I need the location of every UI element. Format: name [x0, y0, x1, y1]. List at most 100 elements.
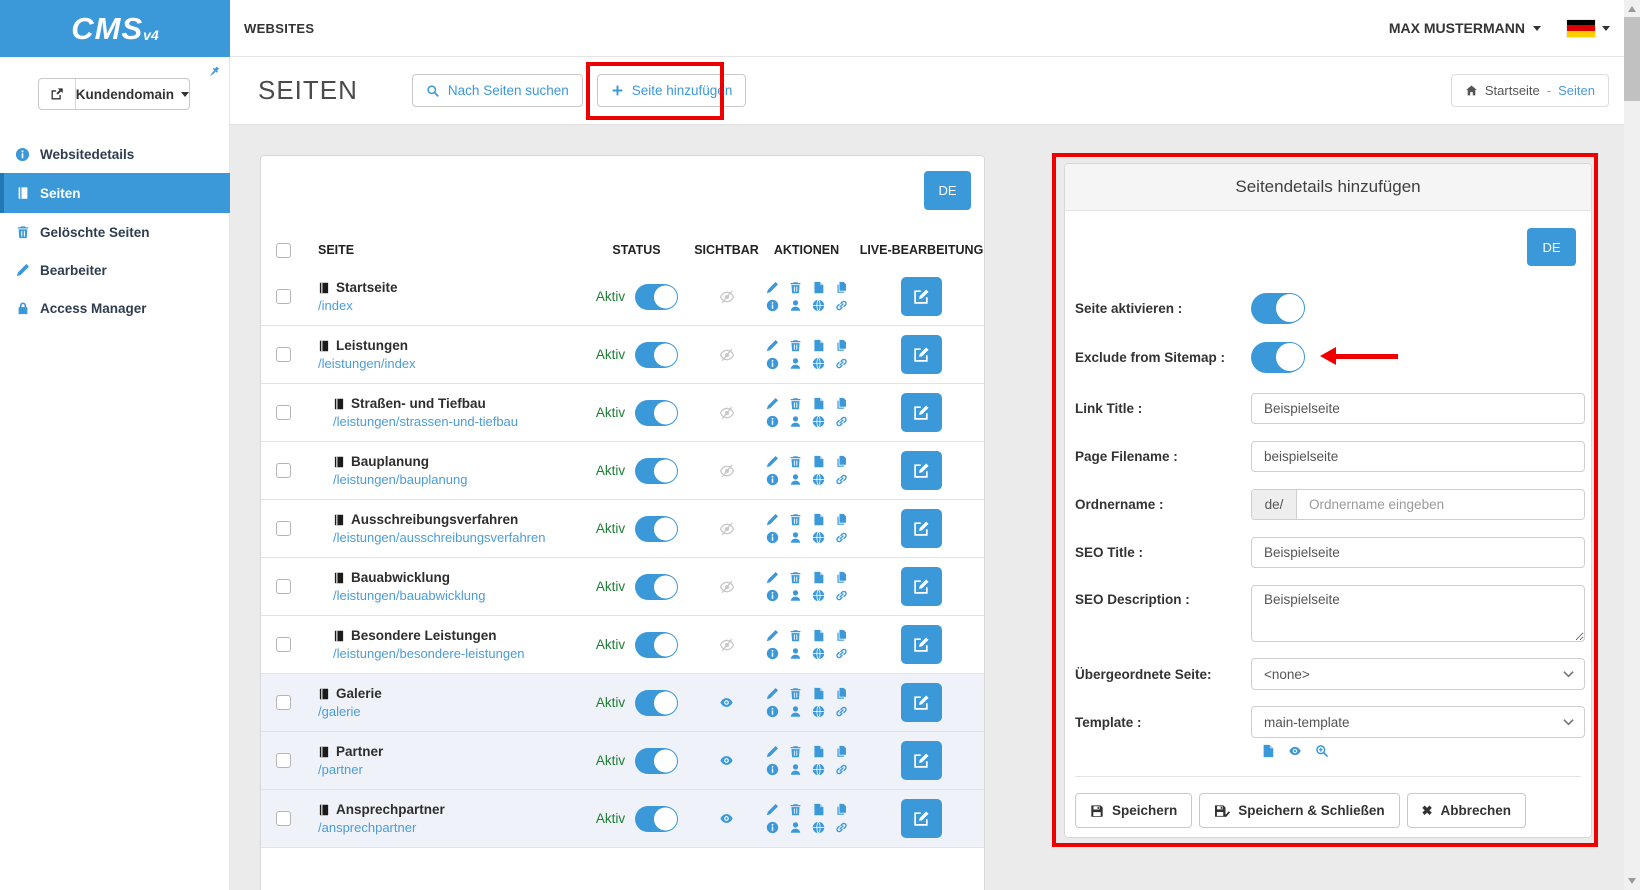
status-toggle[interactable]: [635, 806, 677, 832]
edit-icon[interactable]: [764, 455, 780, 468]
parent-page-select[interactable]: <none>: [1251, 658, 1585, 690]
user-menu[interactable]: MAX MUSTERMANN: [1389, 20, 1541, 36]
page-url-link[interactable]: /partner: [318, 761, 363, 779]
page-url-link[interactable]: /leistungen/besondere-leistungen: [333, 645, 525, 663]
live-edit-button[interactable]: [901, 567, 942, 606]
language-menu[interactable]: [1567, 20, 1610, 37]
cancel-button[interactable]: ✖ Abbrechen: [1407, 793, 1526, 828]
info-icon[interactable]: [764, 705, 780, 718]
live-edit-button[interactable]: [901, 799, 942, 838]
info-icon[interactable]: [764, 647, 780, 660]
edit-icon[interactable]: [764, 745, 780, 758]
info-icon[interactable]: [764, 763, 780, 776]
user-icon[interactable]: [787, 647, 803, 660]
live-edit-button[interactable]: [901, 393, 942, 432]
link-icon[interactable]: [833, 589, 849, 602]
status-toggle[interactable]: [635, 400, 677, 426]
edit-icon[interactable]: [764, 339, 780, 352]
info-icon[interactable]: [764, 473, 780, 486]
page-url-link[interactable]: /galerie: [318, 703, 361, 721]
table-language-badge[interactable]: DE: [924, 171, 971, 210]
row-checkbox[interactable]: [276, 637, 291, 652]
status-toggle[interactable]: [635, 632, 677, 658]
link-icon[interactable]: [833, 705, 849, 718]
status-toggle[interactable]: [635, 284, 677, 310]
trash-icon[interactable]: [787, 513, 803, 526]
copy-icon[interactable]: [833, 339, 849, 352]
domain-selector-button[interactable]: Kundendomain: [38, 78, 190, 110]
link-title-input[interactable]: [1251, 393, 1585, 424]
seo-title-input[interactable]: [1251, 537, 1585, 568]
select-all-checkbox[interactable]: [276, 243, 291, 258]
copy-icon[interactable]: [833, 745, 849, 758]
globe-icon[interactable]: [810, 531, 826, 544]
page-url-link[interactable]: /index: [318, 297, 353, 315]
trash-icon[interactable]: [787, 281, 803, 294]
exclude-sitemap-toggle[interactable]: [1251, 342, 1303, 373]
edit-icon[interactable]: [764, 513, 780, 526]
copy-icon[interactable]: [833, 397, 849, 410]
row-checkbox[interactable]: [276, 811, 291, 826]
save-and-close-button[interactable]: Speichern & Schließen: [1199, 793, 1399, 828]
eye-icon[interactable]: [1287, 744, 1303, 758]
trash-icon[interactable]: [787, 803, 803, 816]
panel-language-badge[interactable]: DE: [1527, 228, 1576, 266]
page-file-icon[interactable]: [810, 571, 826, 584]
globe-icon[interactable]: [810, 473, 826, 486]
row-checkbox[interactable]: [276, 521, 291, 536]
edit-icon[interactable]: [764, 687, 780, 700]
trash-icon[interactable]: [787, 629, 803, 642]
page-url-link[interactable]: /leistungen/strassen-und-tiefbau: [333, 413, 518, 431]
row-checkbox[interactable]: [276, 347, 291, 362]
link-icon[interactable]: [833, 415, 849, 428]
link-icon[interactable]: [833, 357, 849, 370]
trash-icon[interactable]: [787, 397, 803, 410]
page-filename-input[interactable]: [1251, 441, 1585, 472]
user-icon[interactable]: [787, 705, 803, 718]
row-checkbox[interactable]: [276, 463, 291, 478]
trash-icon[interactable]: [787, 745, 803, 758]
user-icon[interactable]: [787, 763, 803, 776]
live-edit-button[interactable]: [901, 741, 942, 780]
page-url-link[interactable]: /leistungen/bauabwicklung: [333, 587, 486, 605]
trash-icon[interactable]: [787, 339, 803, 352]
info-icon[interactable]: [764, 589, 780, 602]
live-edit-button[interactable]: [901, 509, 942, 548]
page-file-icon[interactable]: [810, 745, 826, 758]
live-edit-button[interactable]: [901, 451, 942, 490]
copy-icon[interactable]: [833, 571, 849, 584]
sidebar-item-bearbeiter[interactable]: Bearbeiter: [0, 251, 230, 289]
copy-icon[interactable]: [833, 629, 849, 642]
edit-icon[interactable]: [764, 803, 780, 816]
user-icon[interactable]: [787, 821, 803, 834]
breadcrumb[interactable]: Startseite - Seiten: [1451, 74, 1609, 107]
row-checkbox[interactable]: [276, 753, 291, 768]
template-select[interactable]: main-template: [1251, 706, 1585, 738]
page-file-icon[interactable]: [810, 281, 826, 294]
user-icon[interactable]: [787, 415, 803, 428]
row-checkbox[interactable]: [276, 695, 291, 710]
user-icon[interactable]: [787, 589, 803, 602]
link-icon[interactable]: [833, 821, 849, 834]
file-icon[interactable]: [1261, 744, 1275, 758]
info-icon[interactable]: [764, 299, 780, 312]
save-button[interactable]: Speichern: [1075, 793, 1192, 828]
page-file-icon[interactable]: [810, 513, 826, 526]
copy-icon[interactable]: [833, 455, 849, 468]
scrollbar-thumb[interactable]: [1624, 17, 1640, 101]
sidebar-item-geloeschte-seiten[interactable]: Gelöschte Seiten: [0, 213, 230, 251]
live-edit-button[interactable]: [901, 625, 942, 664]
seite-aktivieren-toggle[interactable]: [1251, 293, 1303, 324]
edit-icon[interactable]: [764, 397, 780, 410]
link-icon[interactable]: [833, 647, 849, 660]
row-checkbox[interactable]: [276, 289, 291, 304]
info-icon[interactable]: [764, 531, 780, 544]
user-icon[interactable]: [787, 299, 803, 312]
page-url-link[interactable]: /leistungen/bauplanung: [333, 471, 467, 489]
globe-icon[interactable]: [810, 299, 826, 312]
page-file-icon[interactable]: [810, 339, 826, 352]
user-icon[interactable]: [787, 531, 803, 544]
seo-description-textarea[interactable]: Beispielseite: [1251, 585, 1585, 642]
scrollbar-track[interactable]: [1624, 0, 1640, 890]
link-icon[interactable]: [833, 763, 849, 776]
